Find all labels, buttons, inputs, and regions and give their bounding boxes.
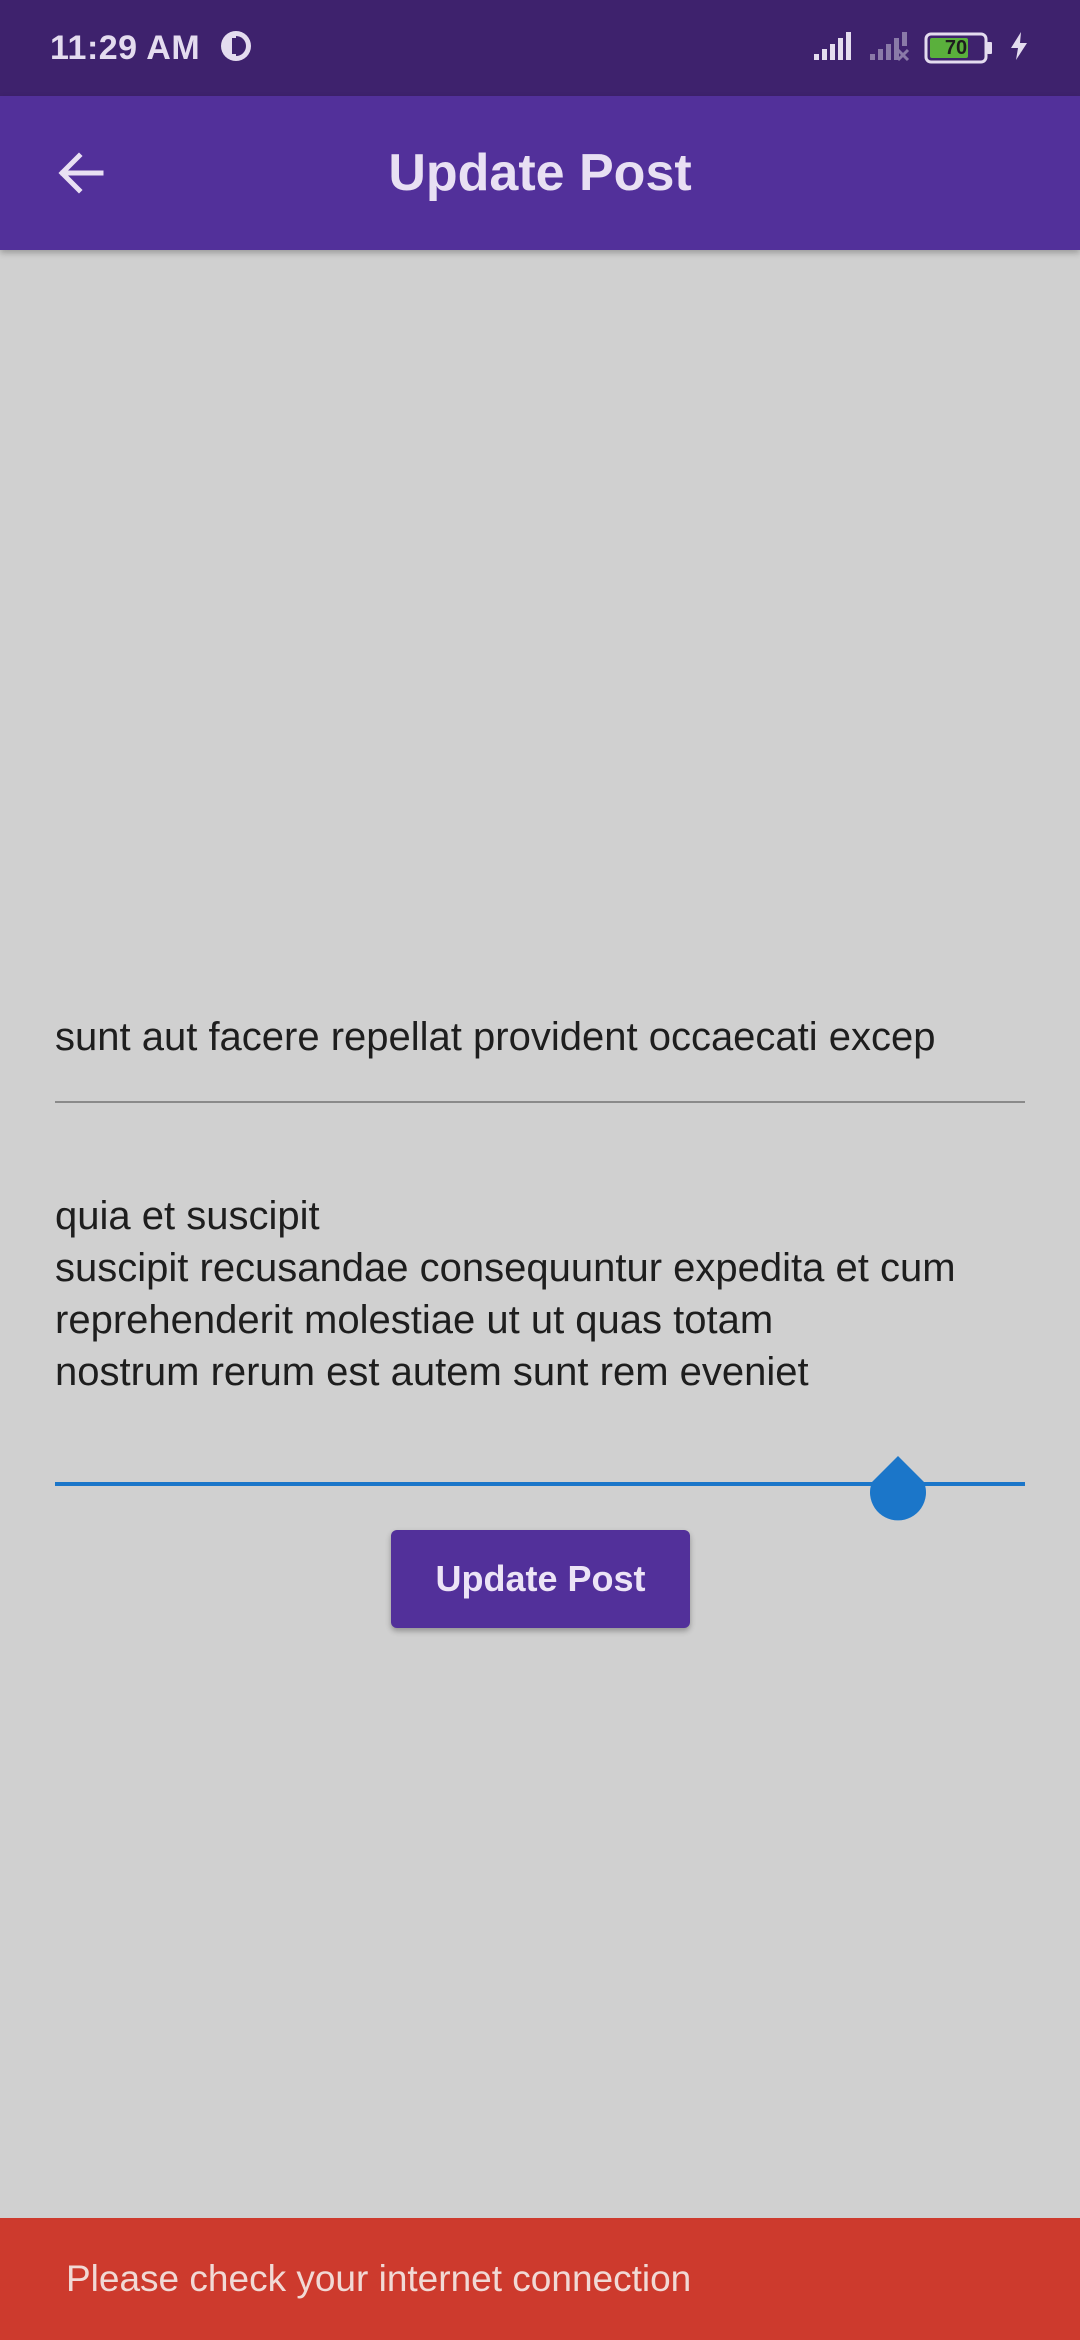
title-input-value[interactable]: sunt aut facere repellat provident occae… (55, 1015, 1025, 1060)
body-input-value[interactable]: quia et suscipit suscipit recusandae con… (55, 1190, 1025, 1398)
charging-icon (1008, 30, 1030, 67)
battery-level: 70 (944, 36, 968, 59)
status-right: 70 (812, 30, 1030, 67)
snackbar-message: Please check your internet connection (66, 2258, 692, 2299)
text-cursor-handle[interactable] (868, 1450, 928, 1526)
data-saver-icon (218, 28, 254, 69)
no-signal-icon (868, 30, 910, 67)
signal-icon (812, 30, 854, 67)
title-field[interactable]: sunt aut facere repellat provident occae… (55, 760, 1025, 1104)
status-left: 11:29 AM (50, 28, 254, 69)
update-post-button[interactable]: Update Post (391, 1530, 690, 1628)
page-title: Update Post (388, 144, 692, 202)
battery-icon: 70 (924, 31, 994, 65)
title-field-underline (55, 1101, 1025, 1103)
snackbar: Please check your internet connection (0, 2218, 1080, 2340)
app-bar: Update Post (0, 96, 1080, 250)
status-bar: 11:29 AM 70 (0, 0, 1080, 96)
status-time: 11:29 AM (50, 28, 201, 67)
